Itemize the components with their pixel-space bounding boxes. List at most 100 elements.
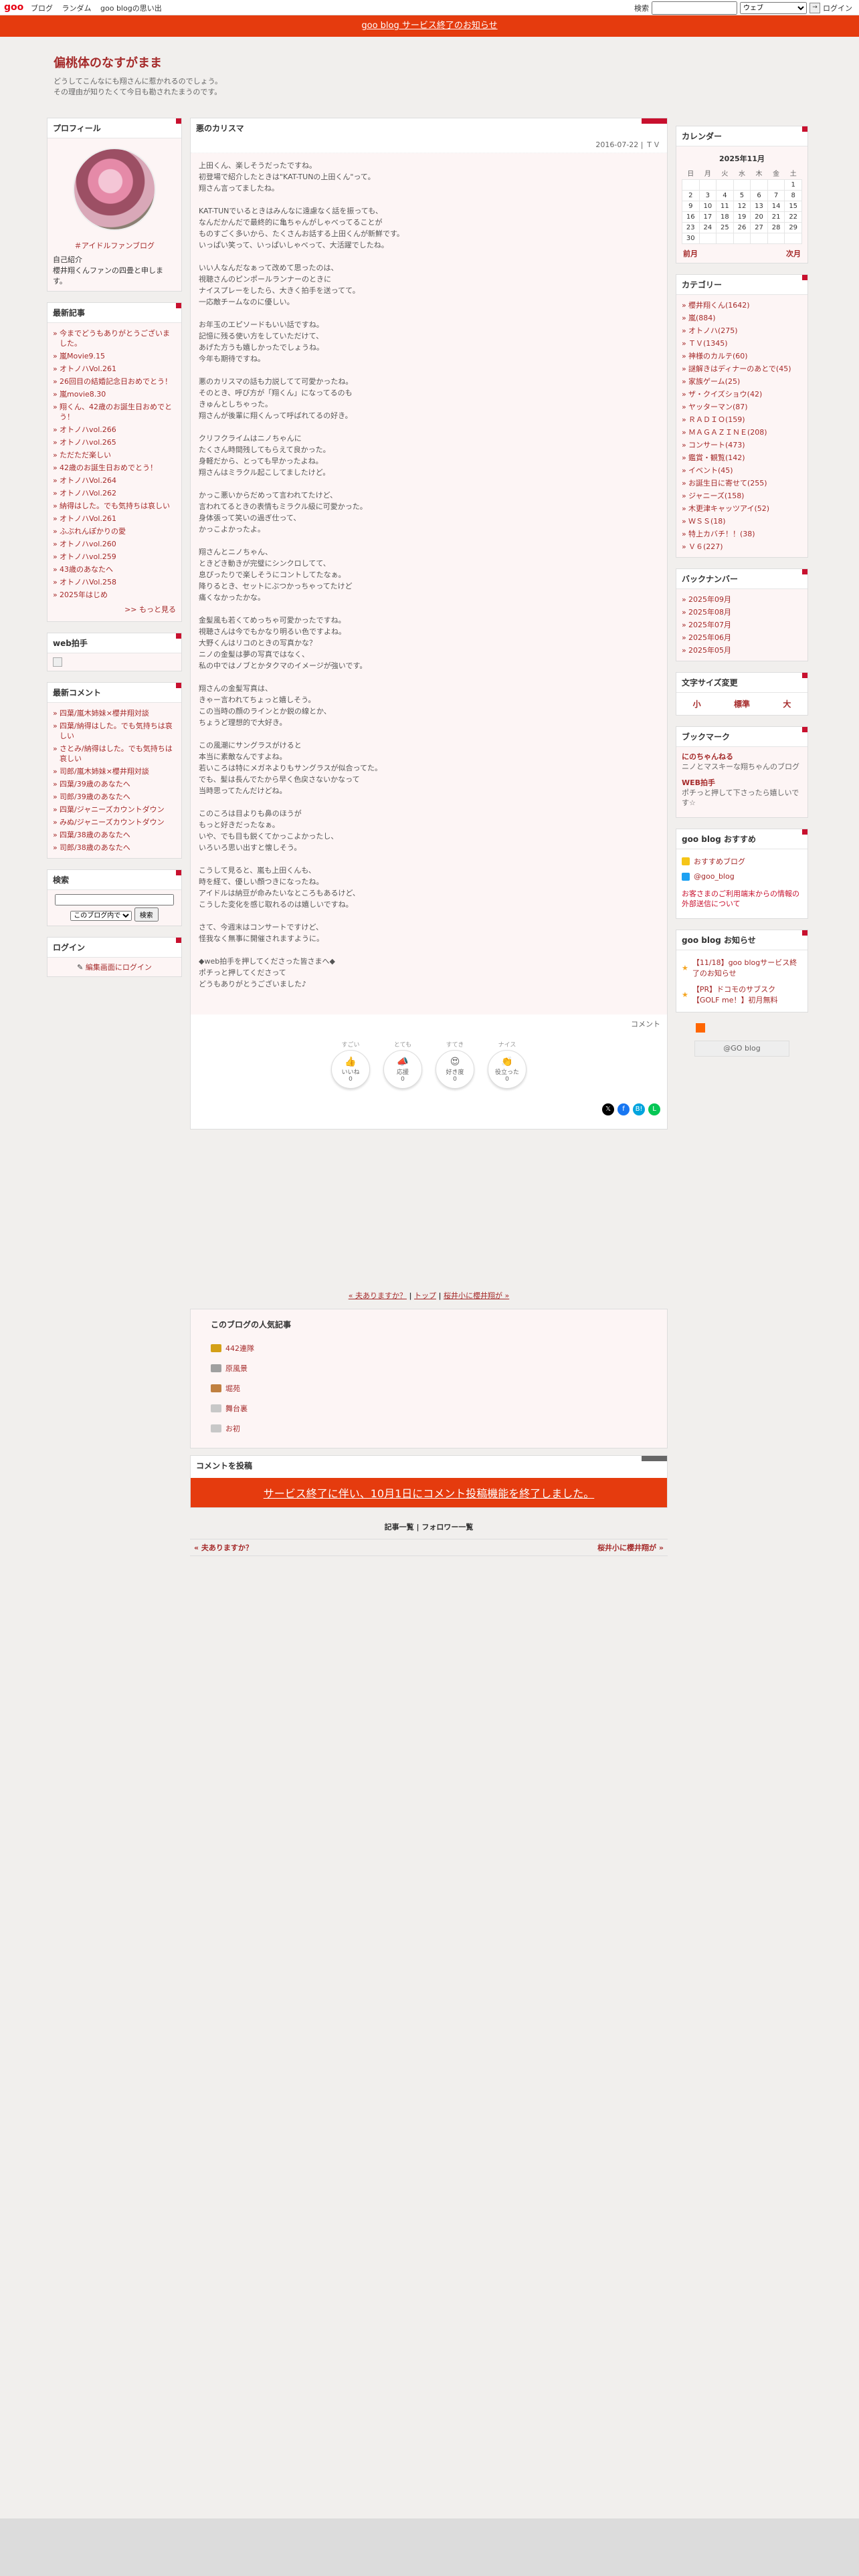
blog-search-input[interactable] <box>55 894 174 905</box>
backnumber-item[interactable]: 2025年09月 <box>682 593 802 606</box>
recent-post-item[interactable]: オトノハvol.265 <box>53 436 176 449</box>
backnumber-item[interactable]: 2025年07月 <box>682 619 802 631</box>
popular-item[interactable]: 442連隊 <box>211 1338 647 1358</box>
recent-comment-item[interactable]: 司郎/39歳のあなたへ <box>53 790 176 803</box>
category-item[interactable]: ＲＡＤＩＯ(159) <box>682 413 802 426</box>
popular-item-label[interactable]: 舞台裏 <box>225 1403 248 1414</box>
blog-search-button[interactable]: 検索 <box>134 907 159 922</box>
recent-post-item[interactable]: 翔くん、42歳のお誕生日おめでとう！ <box>53 401 176 423</box>
footer-next-link[interactable]: 桜井小に櫻井翔が » <box>597 1542 664 1553</box>
calendar-day[interactable]: 27 <box>750 222 768 233</box>
calendar-day[interactable]: 11 <box>716 201 734 212</box>
calendar-prev-link[interactable]: 前月 <box>683 248 698 259</box>
reaction-circle[interactable]: 👍 いいね 0 <box>331 1050 370 1089</box>
popular-item[interactable]: 原風景 <box>211 1358 647 1378</box>
calendar-day[interactable]: 6 <box>750 190 768 201</box>
reaction-button[interactable]: すごい 👍 いいね 0 <box>330 1040 371 1090</box>
calendar-day[interactable]: 2 <box>682 190 700 201</box>
recent-post-item[interactable]: 2025年はじめ <box>53 588 176 601</box>
recent-comment-item[interactable]: 四葉/納得はした。でも気持ちは哀しい <box>53 720 176 742</box>
recent-post-item[interactable]: 納得はした。でも気持ちは哀しい <box>53 500 176 512</box>
bookmark-1-link[interactable]: にのちゃんねる <box>682 751 802 762</box>
category-item[interactable]: 嵐(884) <box>682 312 802 324</box>
popular-item[interactable]: お初 <box>211 1418 647 1438</box>
category-item[interactable]: 特上カバチ！！(38) <box>682 528 802 540</box>
x-share-icon[interactable]: 𝕏 <box>602 1103 614 1115</box>
reaction-button[interactable]: すてき 😍 好き度 0 <box>434 1040 476 1090</box>
blog-search-scope[interactable]: このブログ内で <box>70 911 132 921</box>
popular-item[interactable]: 舞台裏 <box>211 1398 647 1418</box>
calendar-day[interactable]: 13 <box>750 201 768 212</box>
top-link-blog[interactable]: ブログ <box>31 4 53 13</box>
recent-comment-item[interactable]: 四葉/ジャニーズカウントダウン <box>53 803 176 816</box>
calendar-day[interactable]: 26 <box>733 222 751 233</box>
calendar-day[interactable]: 24 <box>698 222 717 233</box>
popular-item-label[interactable]: 442連隊 <box>225 1343 254 1354</box>
recent-post-item[interactable]: 26回目の結婚記念日おめでとう！ <box>53 375 176 388</box>
category-item[interactable]: 家族ゲーム(25) <box>682 375 802 388</box>
goo-notice-1[interactable]: 【11/18】goo blogサービス終了のお知らせ <box>692 957 802 978</box>
article-title[interactable]: 悪のカリスマ <box>191 118 667 138</box>
webclap-image-icon[interactable] <box>53 657 62 667</box>
goo-blog-twitter-link[interactable]: @goo_blog <box>694 872 735 881</box>
top-search-button[interactable]: → <box>809 3 820 13</box>
category-item[interactable]: ジャニーズ(158) <box>682 490 802 502</box>
calendar-day[interactable]: 3 <box>698 190 717 201</box>
calendar-day[interactable]: 16 <box>682 211 700 223</box>
reaction-circle[interactable]: 📣 応援 0 <box>383 1050 422 1089</box>
popular-item-label[interactable]: お初 <box>225 1423 240 1434</box>
popular-item-label[interactable]: 堀苑 <box>225 1383 240 1394</box>
article-comment-link[interactable]: コメント <box>191 1014 667 1033</box>
recent-post-item[interactable]: オトノハVol.261 <box>53 362 176 375</box>
recent-post-item[interactable]: オトノハVol.264 <box>53 474 176 487</box>
calendar-day[interactable]: 28 <box>767 222 785 233</box>
fontsize-small[interactable]: 小 <box>693 698 701 710</box>
recent-post-item[interactable]: オトノハvol.266 <box>53 423 176 436</box>
footer-prev-link[interactable]: « 夫ありますか？ <box>194 1542 253 1553</box>
recent-post-item[interactable]: 嵐movie8.30 <box>53 388 176 401</box>
goo-notice-2[interactable]: 【PR】ドコモのサブスク【GOLF me！】初月無料 <box>692 984 802 1005</box>
calendar-next-link[interactable]: 次月 <box>786 248 801 259</box>
calendar-day[interactable]: 1 <box>784 179 802 191</box>
reaction-circle[interactable]: 😍 好き度 0 <box>436 1050 474 1089</box>
recent-comment-item[interactable]: 四葉/39歳のあなたへ <box>53 778 176 790</box>
recent-more-link[interactable]: >> もっと見る <box>53 601 176 617</box>
comment-closed-link[interactable]: サービス終了に伴い、10月1日にコメント投稿機能を終了しました。 <box>264 1487 595 1500</box>
category-item[interactable]: ＴＶ(1345) <box>682 337 802 350</box>
recent-post-item[interactable]: 42歳のお誕生日おめでとう！ <box>53 461 176 474</box>
service-end-notice-link[interactable]: goo blog サービス終了のお知らせ <box>361 21 497 31</box>
hatena-share-icon[interactable]: B! <box>633 1103 645 1115</box>
category-item[interactable]: ＭＡＧＡＺＩＮＥ(208) <box>682 426 802 439</box>
category-item[interactable]: ザ・クイズショウ(42) <box>682 388 802 401</box>
calendar-day[interactable]: 8 <box>784 190 802 201</box>
category-item[interactable]: イベント(45) <box>682 464 802 477</box>
recent-post-item[interactable]: 43歳のあなたへ <box>53 563 176 576</box>
recent-post-item[interactable]: オトノハvol.260 <box>53 538 176 550</box>
category-item[interactable]: 木更津キャッツアイ(52) <box>682 502 802 515</box>
edit-login-link[interactable]: 編集画面にログイン <box>86 963 152 972</box>
category-item[interactable]: コンサート(473) <box>682 439 802 451</box>
calendar-day[interactable]: 23 <box>682 222 700 233</box>
recent-comment-item[interactable]: 四葉/38歳のあなたへ <box>53 829 176 841</box>
recent-post-item[interactable]: オトノハVol.262 <box>53 487 176 500</box>
popular-item-label[interactable]: 原風景 <box>225 1363 248 1374</box>
bookmark-2-link[interactable]: WEB拍手 <box>682 777 802 788</box>
backnumber-item[interactable]: 2025年06月 <box>682 631 802 644</box>
recent-post-item[interactable]: ただただ楽しい <box>53 449 176 461</box>
popular-item[interactable]: 堀苑 <box>211 1378 647 1398</box>
top-search-select[interactable]: ウェブ <box>740 2 807 14</box>
recent-post-item[interactable]: オトノハVol.258 <box>53 576 176 588</box>
recent-comment-item[interactable]: みぬ/ジャニーズカウントダウン <box>53 816 176 829</box>
category-item[interactable]: ヤッターマン(87) <box>682 401 802 413</box>
recent-comment-item[interactable]: 四葉/嵐木姉妹×櫻井翔対談 <box>53 707 176 720</box>
fontsize-normal[interactable]: 標準 <box>734 698 750 710</box>
calendar-day[interactable]: 29 <box>784 222 802 233</box>
facebook-share-icon[interactable]: f <box>617 1103 630 1115</box>
rss-icon[interactable] <box>696 1023 705 1033</box>
fontsize-large[interactable]: 大 <box>783 698 791 710</box>
profile-tag-link[interactable]: ＃アイドルファンブログ <box>53 236 176 255</box>
category-item[interactable]: オトノハ(275) <box>682 324 802 337</box>
external-info-link[interactable]: お客さまのご利用端末からの情報の外部送信について <box>682 883 802 914</box>
recent-post-item[interactable]: 今までどうもありがとうございました。 <box>53 327 176 350</box>
recent-comment-item[interactable]: 司郎/38歳のあなたへ <box>53 841 176 854</box>
